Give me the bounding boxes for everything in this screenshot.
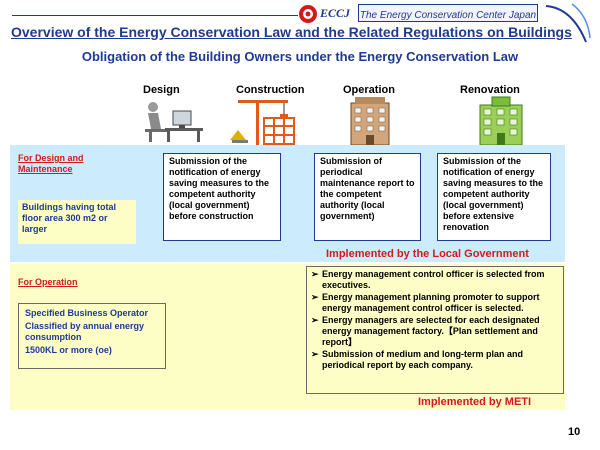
page-title: Overview of the Energy Conservation Law … xyxy=(11,24,572,40)
list-item: ➢ Submission of medium and long-term plan… xyxy=(311,349,524,370)
operator-line: Specified Business Operator xyxy=(25,308,149,318)
design-maintenance-label: For Design and Maintenance xyxy=(18,153,84,174)
phase-design: Design xyxy=(143,84,180,96)
list-item: ➢ Energy management planning promoter to… xyxy=(311,292,540,313)
implemented-by-meti: Implemented by METI xyxy=(418,396,532,408)
submission-renovation-box: Submission of the notification of energy… xyxy=(437,153,551,241)
page-subtitle: Obligation of the Building Owners under … xyxy=(81,49,519,64)
energy-management-list: ➢ Energy management control officer is se… xyxy=(306,266,564,394)
arrow-bullet-icon: ➢ xyxy=(311,292,319,302)
operator-line: Classified by annual energy consumption xyxy=(25,321,145,342)
construction-crane-icon xyxy=(230,100,295,146)
renovated-building-icon xyxy=(479,96,523,145)
logo-text: ECCJ xyxy=(320,6,351,20)
submission-construction-box: Submission of the notification of energy… xyxy=(163,153,281,241)
list-item: ➢ Energy managers are selected for each d… xyxy=(311,315,540,347)
office-building-icon xyxy=(350,97,390,145)
implemented-by-local-government: Implemented by the Local Government xyxy=(326,248,529,260)
specified-operator-box: Specified Business Operator Classified b… xyxy=(18,303,166,369)
submission-operation-box: Submission of periodical maintenance rep… xyxy=(314,153,421,241)
page-number: 10 xyxy=(568,426,581,438)
arrow-bullet-icon: ➢ xyxy=(311,269,319,279)
list-item: ➢ Energy management control officer is se… xyxy=(311,269,545,290)
building-requirement-box: Buildings having total floor area 300 m2… xyxy=(18,200,136,244)
operation-label: For Operation xyxy=(18,277,78,287)
header-rule xyxy=(12,15,298,16)
designer-at-computer-icon xyxy=(145,102,203,142)
arrow-bullet-icon: ➢ xyxy=(311,315,319,325)
operator-line: 1500KL or more (oe) xyxy=(25,345,112,355)
phase-construction: Construction xyxy=(236,84,305,96)
eccj-logo-icon xyxy=(299,5,317,23)
center-name-box: The Energy Conservation Center Japan xyxy=(358,4,538,22)
center-name: The Energy Conservation Center Japan xyxy=(359,10,537,21)
arrow-bullet-icon: ➢ xyxy=(311,349,319,359)
